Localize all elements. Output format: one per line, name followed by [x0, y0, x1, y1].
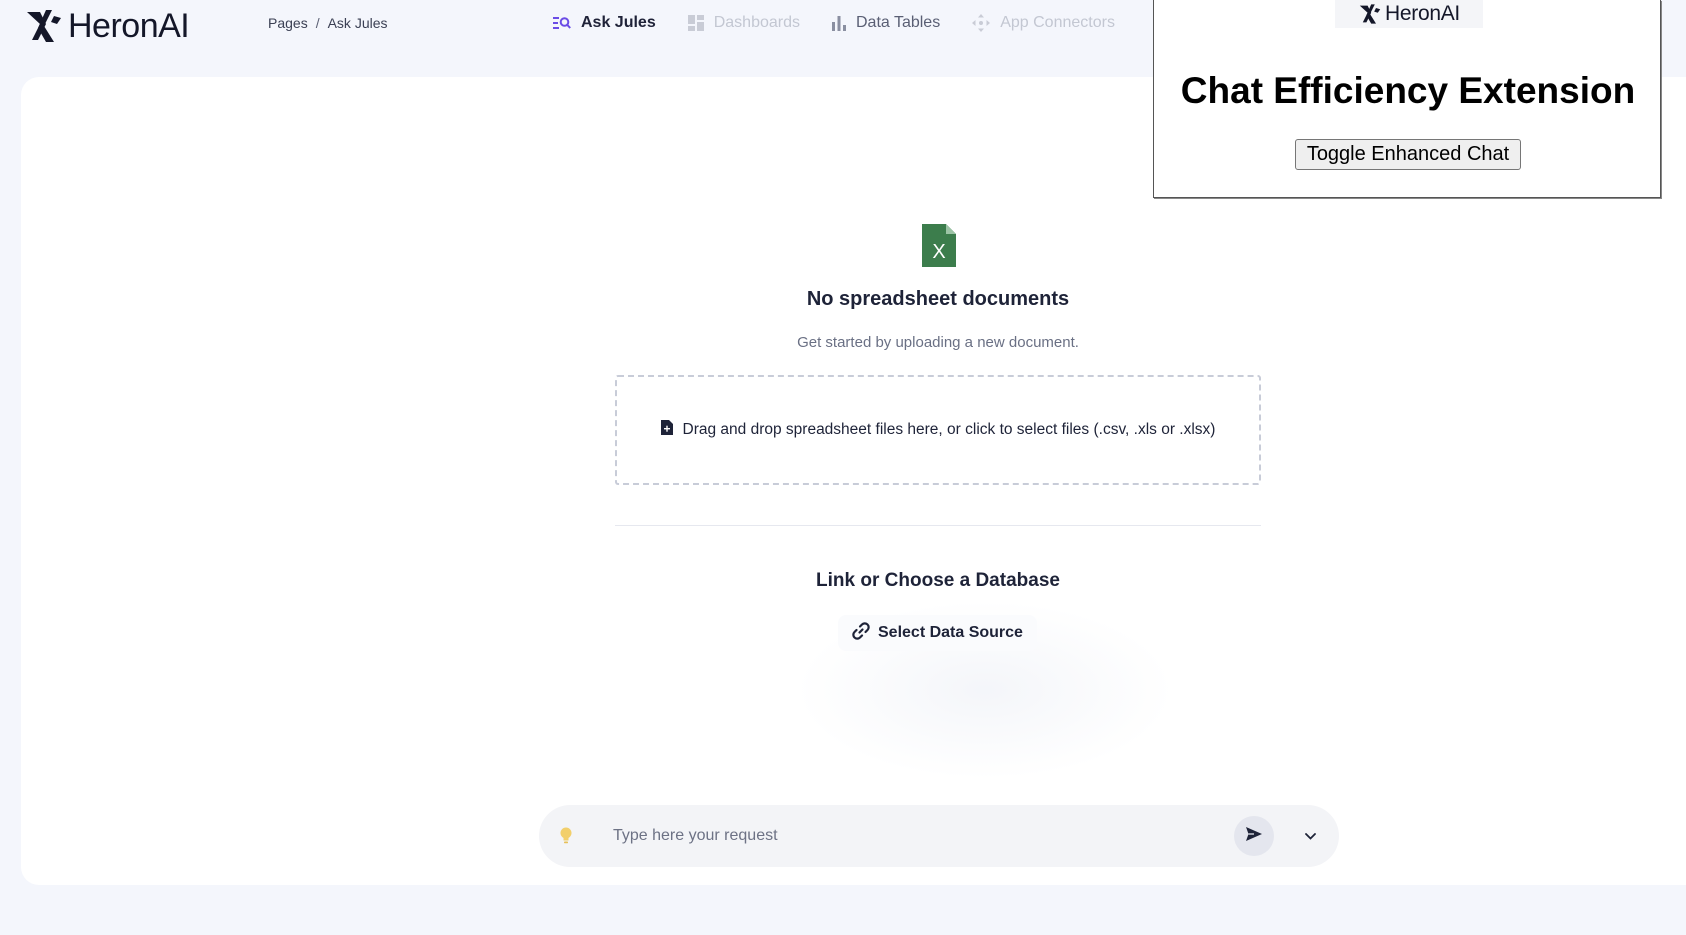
- file-dropzone[interactable]: Drag and drop spreadsheet files here, or…: [615, 375, 1261, 485]
- expand-options-button[interactable]: [1301, 827, 1319, 845]
- send-icon: [1246, 826, 1262, 846]
- link-icon: [852, 621, 870, 645]
- nav-ask-jules[interactable]: Ask Jules: [553, 14, 656, 32]
- chevron-down-icon: [1304, 827, 1316, 845]
- toggle-enhanced-chat-button[interactable]: Toggle Enhanced Chat: [1295, 139, 1521, 170]
- nav-label: Ask Jules: [581, 14, 656, 31]
- logo-text: HeronAI: [68, 7, 190, 45]
- send-button[interactable]: [1234, 816, 1274, 856]
- nav-label: App Connectors: [1000, 14, 1115, 31]
- bar-chart-icon: [832, 15, 846, 31]
- empty-state-title: No spreadsheet documents: [806, 288, 1070, 310]
- nav-label: Dashboards: [713, 14, 800, 31]
- heron-bird-icon: [27, 10, 61, 42]
- nav-dashboards[interactable]: Dashboards: [687, 14, 800, 32]
- move-arrows-icon: [972, 14, 991, 32]
- section-divider: [615, 525, 1261, 526]
- nav-app-connectors[interactable]: App Connectors: [972, 14, 1115, 32]
- excel-file-icon: X: [922, 224, 956, 272]
- empty-state-subtitle: Get started by uploading a new document.: [797, 334, 1079, 351]
- extension-logo: HeronAI: [1335, 0, 1483, 28]
- chat-request-input[interactable]: [611, 821, 1211, 851]
- chat-input-bar: [539, 805, 1339, 867]
- breadcrumb-separator: /: [315, 15, 320, 31]
- dashboard-grid-icon: [687, 15, 704, 31]
- breadcrumb-root[interactable]: Pages: [268, 15, 308, 31]
- nav-data-tables[interactable]: Data Tables: [832, 14, 940, 32]
- database-section-title: Link or Choose a Database: [816, 570, 1060, 591]
- nav-label: Data Tables: [856, 14, 941, 31]
- breadcrumb: Pages / Ask Jules: [268, 15, 388, 31]
- search-list-icon: [553, 16, 571, 30]
- lightbulb-icon[interactable]: [560, 827, 572, 849]
- document-icon: [660, 420, 673, 440]
- heron-bird-icon: [1359, 4, 1381, 24]
- breadcrumb-current: Ask Jules: [327, 15, 388, 31]
- select-data-source-label: Select Data Source: [878, 624, 1023, 641]
- top-nav: Ask Jules Dashboards Data Tables App Con…: [553, 14, 1147, 32]
- extension-popup: HeronAI Chat Efficiency Extension Toggle…: [1153, 0, 1661, 198]
- heronai-logo[interactable]: HeronAI: [24, 6, 190, 46]
- svg-text:X: X: [932, 241, 945, 263]
- extension-logo-text: HeronAI: [1385, 2, 1460, 25]
- select-data-source-button[interactable]: Select Data Source: [838, 615, 1037, 651]
- extension-title: Chat Efficiency Extension: [1180, 70, 1636, 111]
- dropzone-text: Drag and drop spreadsheet files here, or…: [682, 421, 1216, 438]
